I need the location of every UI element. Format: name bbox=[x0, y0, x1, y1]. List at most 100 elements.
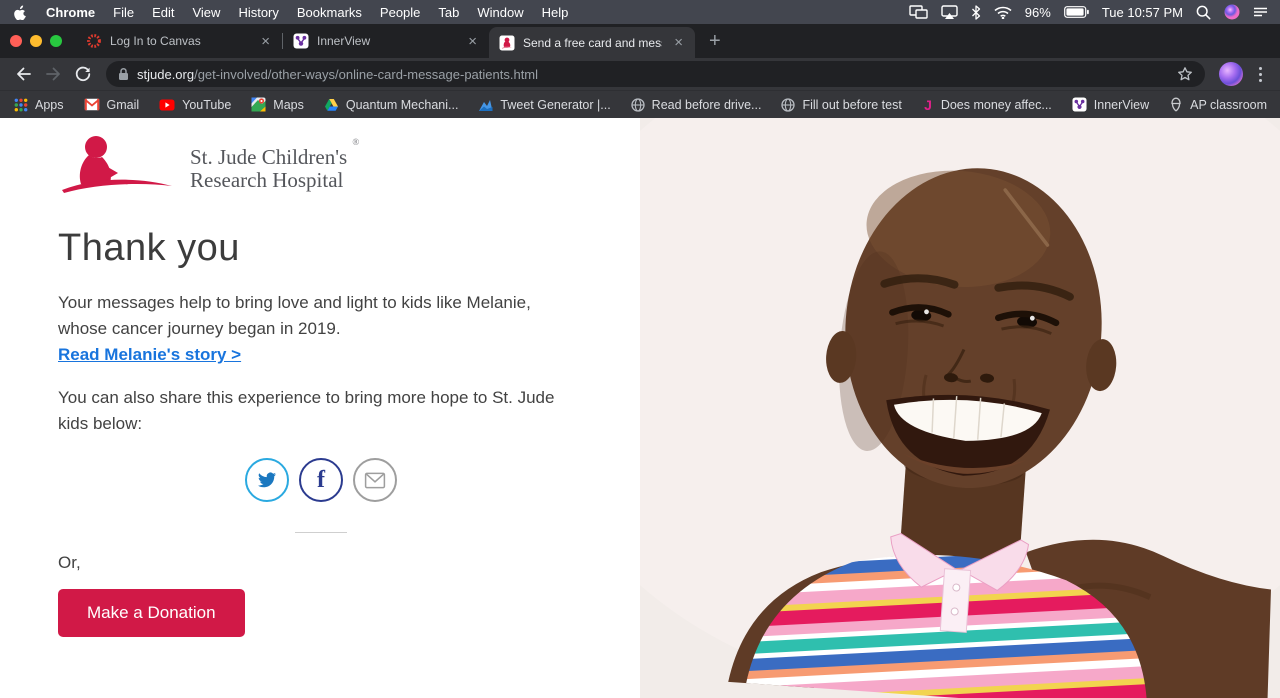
browser-toolbar: stjude.org/get-involved/other-ways/onlin… bbox=[0, 58, 1280, 90]
bookmark-label: Read before drive... bbox=[651, 97, 762, 112]
globe-icon bbox=[631, 97, 645, 112]
bookmark-label: Fill out before test bbox=[802, 97, 902, 112]
menu-people[interactable]: People bbox=[371, 5, 429, 20]
siri-icon[interactable] bbox=[1224, 4, 1240, 20]
menubar-clock[interactable]: Tue 10:57 PM bbox=[1102, 5, 1183, 20]
maps-icon bbox=[251, 97, 266, 112]
tab-innerview[interactable]: InnerView × bbox=[283, 24, 489, 58]
macos-menubar: Chrome File Edit View History Bookmarks … bbox=[0, 0, 1280, 24]
innerview-icon bbox=[1072, 97, 1087, 112]
screen-mirroring-icon[interactable] bbox=[909, 5, 928, 19]
bookmark-apps[interactable]: Apps bbox=[14, 98, 64, 112]
spotlight-search-icon[interactable] bbox=[1196, 5, 1211, 20]
bookmark-tweet-generator[interactable]: Tweet Generator |... bbox=[478, 97, 611, 112]
page-content: St. Jude Children's ® Research Hospital T… bbox=[0, 18, 1280, 698]
share-buttons: f bbox=[58, 458, 584, 502]
airplay-icon[interactable] bbox=[941, 5, 958, 19]
url-path: /get-involved/other-ways/online-card-mes… bbox=[194, 66, 539, 82]
bookmark-youtube[interactable]: YouTube bbox=[159, 98, 231, 112]
menu-edit[interactable]: Edit bbox=[143, 5, 183, 20]
menu-bookmarks[interactable]: Bookmarks bbox=[288, 5, 371, 20]
window-controls bbox=[0, 24, 76, 58]
menu-window[interactable]: Window bbox=[468, 5, 532, 20]
envelope-icon bbox=[364, 472, 386, 488]
j-letter-icon: J bbox=[922, 98, 934, 112]
share-twitter-button[interactable] bbox=[245, 458, 289, 502]
bookmark-innerview[interactable]: InnerView bbox=[1072, 97, 1149, 112]
stjude-logo-text: St. Jude Children's ® Research Hospital bbox=[190, 137, 360, 193]
tab-title: Send a free card and message bbox=[523, 35, 662, 50]
battery-icon bbox=[1063, 6, 1089, 18]
share-email-button[interactable] bbox=[353, 458, 397, 502]
notification-center-icon[interactable] bbox=[1253, 6, 1268, 18]
tab-close-icon[interactable]: × bbox=[670, 34, 687, 51]
read-story-link[interactable]: Read Melanie's story > bbox=[58, 345, 241, 365]
bluetooth-icon[interactable] bbox=[971, 4, 981, 20]
menu-tab[interactable]: Tab bbox=[429, 5, 468, 20]
gmail-icon bbox=[84, 98, 100, 111]
bookmark-star-icon[interactable] bbox=[1177, 66, 1193, 82]
bookmark-fill-out-before-test[interactable]: Fill out before test bbox=[781, 97, 902, 112]
bookmark-label: Gmail bbox=[106, 97, 140, 112]
menu-file[interactable]: File bbox=[104, 5, 143, 20]
url-bar[interactable]: stjude.org/get-involved/other-ways/onlin… bbox=[106, 61, 1205, 87]
acorn-icon bbox=[1169, 97, 1183, 112]
chrome-menu-icon[interactable] bbox=[1251, 66, 1270, 82]
bookmarks-bar: Apps Gmail YouTube Maps Quantum Mechani.… bbox=[0, 90, 1280, 118]
tab-title: Log In to Canvas bbox=[110, 34, 201, 48]
bookmark-label: Does money affec... bbox=[940, 97, 1052, 112]
thank-you-message: Your messages help to bring love and lig… bbox=[58, 293, 531, 338]
bookmark-label: InnerView bbox=[1093, 97, 1150, 112]
tab-stjude-active[interactable]: Send a free card and message × bbox=[489, 27, 695, 58]
bookmark-does-money-affect[interactable]: J Does money affec... bbox=[922, 98, 1052, 112]
lock-icon[interactable] bbox=[118, 67, 129, 81]
globe-icon bbox=[781, 97, 796, 112]
section-divider bbox=[295, 532, 347, 533]
share-facebook-button[interactable]: f bbox=[299, 458, 343, 502]
bookmark-label: Tweet Generator |... bbox=[500, 97, 611, 112]
reload-icon[interactable] bbox=[70, 61, 96, 87]
profile-avatar[interactable] bbox=[1219, 62, 1243, 86]
tab-canvas[interactable]: Log In to Canvas × bbox=[76, 24, 282, 58]
twitter-bird-icon bbox=[257, 472, 276, 488]
or-label: Or, bbox=[58, 553, 81, 572]
make-a-donation-button[interactable]: Make a Donation bbox=[58, 589, 245, 637]
bookmark-label: Quantum Mechani... bbox=[345, 97, 459, 112]
menu-help[interactable]: Help bbox=[533, 5, 578, 20]
new-tab-button[interactable]: + bbox=[695, 24, 735, 58]
wifi-icon[interactable] bbox=[994, 6, 1012, 19]
menu-view[interactable]: View bbox=[183, 5, 229, 20]
bookmark-quantum-mechanics[interactable]: Quantum Mechani... bbox=[324, 97, 459, 112]
patient-photo bbox=[530, 18, 1280, 698]
tab-close-icon[interactable]: × bbox=[257, 33, 274, 50]
registered-mark: ® bbox=[352, 137, 360, 147]
tab-close-icon[interactable]: × bbox=[464, 33, 481, 50]
zoom-window-button[interactable] bbox=[50, 35, 62, 47]
tab-strip: Log In to Canvas × InnerView × Send a fr… bbox=[0, 24, 1280, 58]
svg-text:J: J bbox=[924, 98, 932, 112]
apple-menu-icon[interactable] bbox=[12, 5, 37, 20]
bookmark-label: AP classroom bbox=[1190, 97, 1268, 112]
innerview-favicon-icon bbox=[293, 33, 309, 49]
youtube-icon bbox=[159, 99, 175, 111]
apps-grid-icon bbox=[14, 98, 28, 112]
bookmark-gmail[interactable]: Gmail bbox=[84, 97, 140, 112]
battery-percentage: 96% bbox=[1024, 4, 1051, 20]
bookmark-label: Apps bbox=[35, 97, 64, 112]
back-icon[interactable] bbox=[10, 61, 36, 87]
minimize-window-button[interactable] bbox=[30, 35, 42, 47]
close-window-button[interactable] bbox=[10, 35, 22, 47]
stjude-favicon-icon bbox=[499, 35, 515, 51]
canvas-favicon-icon bbox=[86, 33, 102, 49]
url-host: stjude.org bbox=[137, 66, 195, 82]
menu-chrome[interactable]: Chrome bbox=[37, 5, 104, 20]
tab-title: InnerView bbox=[317, 34, 371, 48]
stjude-logo-mark-icon bbox=[58, 132, 176, 201]
bookmark-maps[interactable]: Maps bbox=[251, 97, 304, 112]
forward-icon[interactable] bbox=[40, 61, 66, 87]
stjude-logo: St. Jude Children's ® Research Hospital bbox=[58, 132, 640, 201]
menu-history[interactable]: History bbox=[229, 5, 287, 20]
bookmark-label: Maps bbox=[273, 97, 304, 112]
bookmark-ap-classroom[interactable]: AP classroom bbox=[1169, 97, 1267, 112]
bookmark-read-before-driving[interactable]: Read before drive... bbox=[631, 97, 762, 112]
